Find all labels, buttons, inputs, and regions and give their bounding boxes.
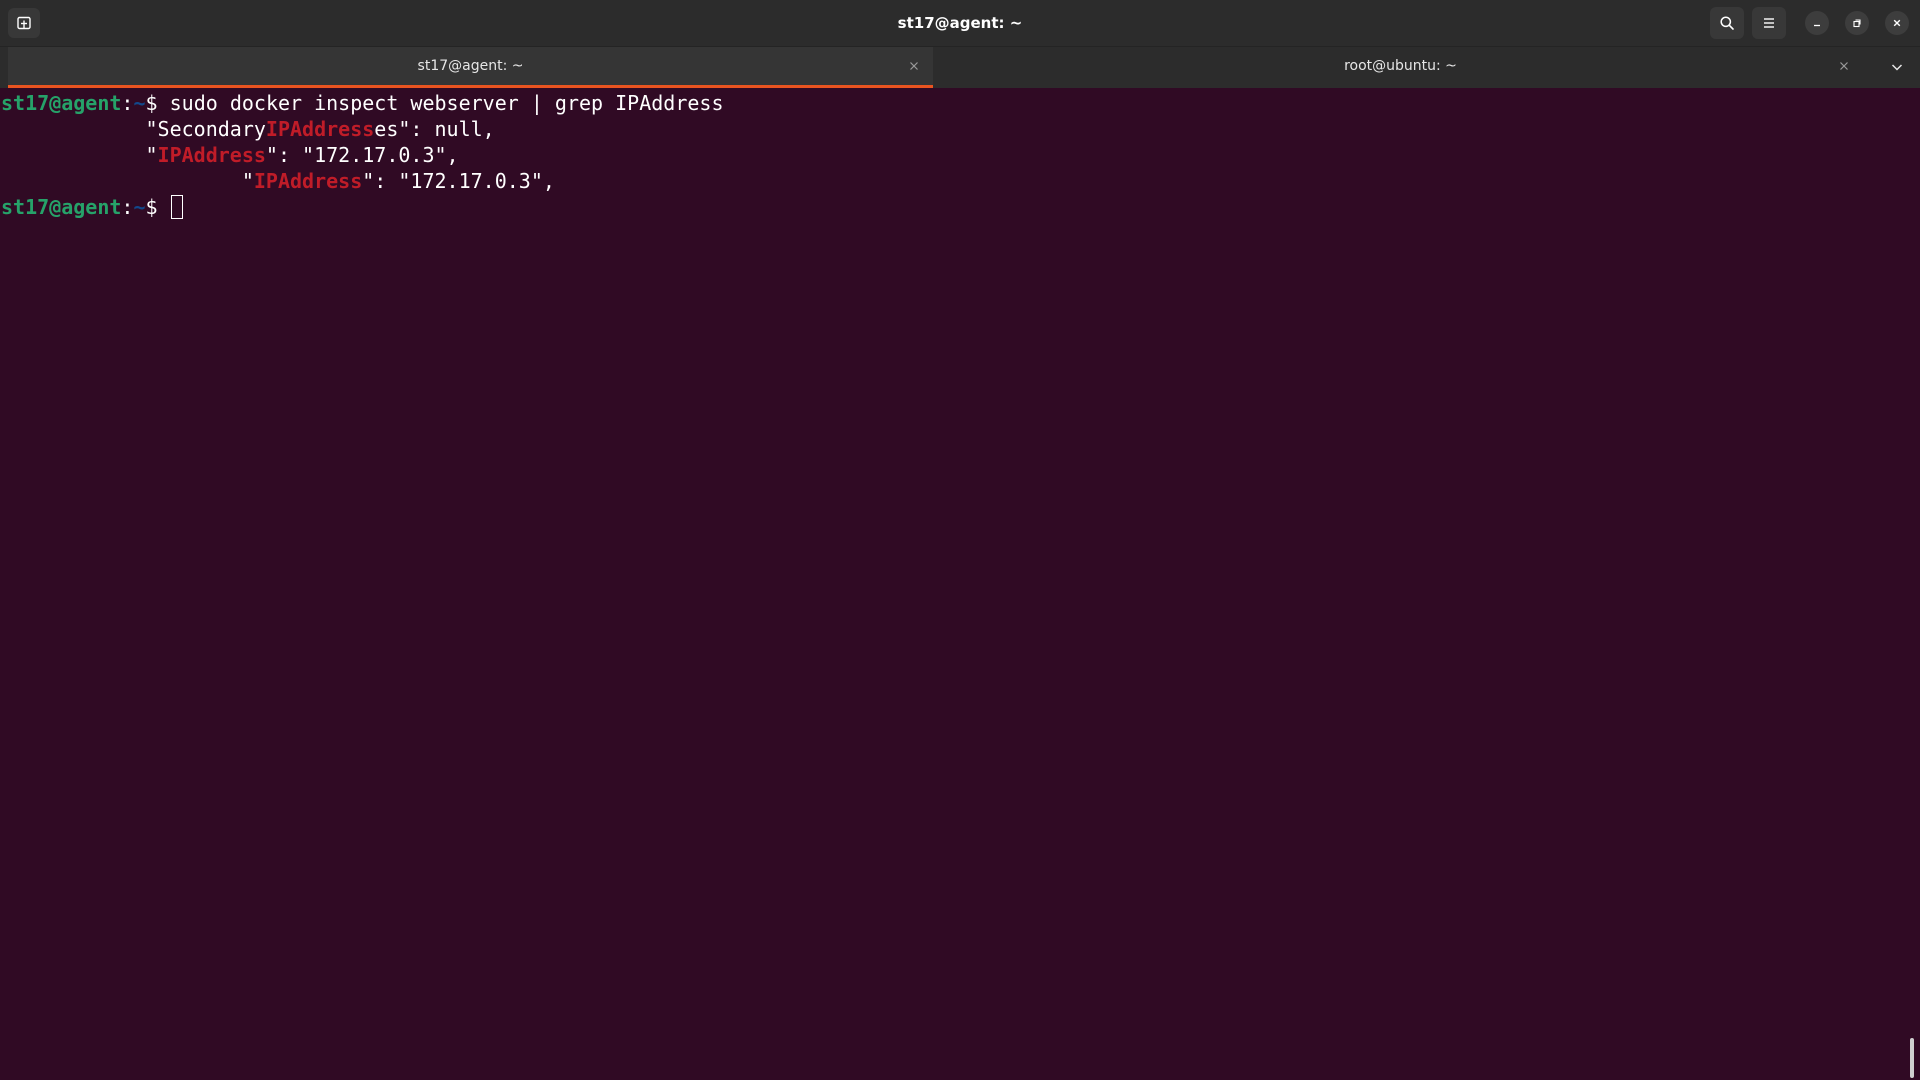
prompt-separator: : xyxy=(121,195,134,219)
output-text: " xyxy=(1,169,254,193)
output-line: "IPAddress": "172.17.0.3", xyxy=(0,168,1920,194)
chevron-down-icon xyxy=(1891,64,1903,71)
tab-list-dropdown[interactable] xyxy=(1886,57,1908,77)
prompt-path: ~ xyxy=(133,91,146,115)
new-tab-icon xyxy=(17,16,31,30)
output-text: es": null, xyxy=(374,117,495,141)
prompt-line: st17@agent:~$ xyxy=(0,194,1920,220)
close-button[interactable] xyxy=(1885,11,1909,35)
prompt-user: st17@agent xyxy=(1,91,122,115)
tab-st17-agent[interactable]: st17@agent: ~ xyxy=(8,47,933,88)
output-line: "SecondaryIPAddresses": null, xyxy=(0,116,1920,142)
terminal-window: st17@agent: ~ st17@agent: ~ root@ubuntu:… xyxy=(0,0,1920,1080)
output-text: " xyxy=(1,143,158,167)
grep-match: IPAddress xyxy=(265,117,375,141)
menu-button[interactable] xyxy=(1752,7,1786,39)
output-line: "IPAddress": "172.17.0.3", xyxy=(0,142,1920,168)
prompt-path: ~ xyxy=(133,195,146,219)
minimize-icon xyxy=(1814,24,1820,27)
restore-button[interactable] xyxy=(1845,11,1869,35)
minimize-button[interactable] xyxy=(1805,11,1829,35)
grep-match: IPAddress xyxy=(253,169,363,193)
output-text: ": "172.17.0.3", xyxy=(362,169,555,193)
close-icon xyxy=(1840,62,1848,70)
terminal-scrollbar[interactable] xyxy=(1910,1038,1914,1078)
search-icon xyxy=(1720,16,1734,30)
close-icon xyxy=(1893,19,1901,27)
header-bar: st17@agent: ~ xyxy=(0,0,1920,46)
prompt-symbol: $ xyxy=(145,91,170,115)
prompt-user: st17@agent xyxy=(1,195,122,219)
tab-close-button[interactable] xyxy=(1835,57,1853,75)
tab-root-ubuntu[interactable]: root@ubuntu: ~ xyxy=(938,47,1863,88)
output-text: ": "172.17.0.3", xyxy=(265,143,459,167)
new-tab-button[interactable] xyxy=(8,8,40,38)
prompt-symbol: $ xyxy=(145,195,170,219)
prompt-separator: : xyxy=(121,91,134,115)
terminal-output[interactable]: st17@agent:~$ sudo docker inspect webser… xyxy=(0,88,1920,1080)
grep-match: IPAddress xyxy=(157,143,266,167)
tab-close-button[interactable] xyxy=(905,57,923,75)
search-button[interactable] xyxy=(1710,7,1744,39)
tab-label: root@ubuntu: ~ xyxy=(1344,58,1457,74)
text-cursor xyxy=(170,195,183,219)
tab-label: st17@agent: ~ xyxy=(417,58,524,74)
restore-icon xyxy=(1853,19,1861,28)
command-text: sudo docker inspect webserver | grep IPA… xyxy=(169,91,724,115)
output-text: "Secondary xyxy=(1,117,266,141)
window-title: st17@agent: ~ xyxy=(897,14,1023,32)
tab-bar: st17@agent: ~ root@ubuntu: ~ xyxy=(0,46,1920,88)
hamburger-menu-icon xyxy=(1764,18,1774,28)
command-line: st17@agent:~$ sudo docker inspect webser… xyxy=(0,90,1920,116)
close-icon xyxy=(910,62,918,70)
